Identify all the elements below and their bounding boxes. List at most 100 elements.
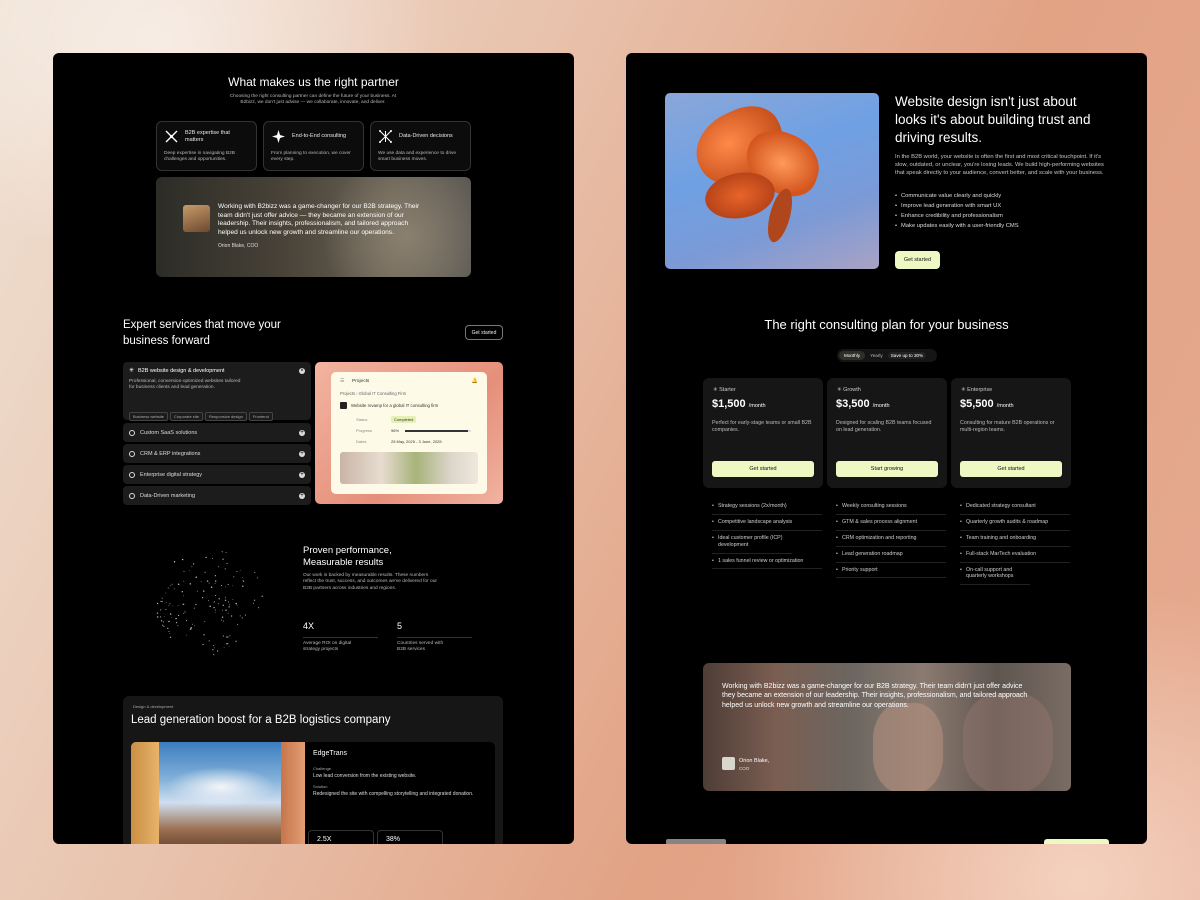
globe-dot <box>191 566 193 568</box>
project-image <box>340 452 478 484</box>
globe-dot <box>222 604 224 606</box>
globe-dot <box>181 558 184 561</box>
globe-dot <box>261 595 263 597</box>
plus-icon[interactable]: + <box>299 429 305 436</box>
plan-cta-button[interactable]: Start growing <box>836 461 938 477</box>
case-tag: Design & development <box>133 704 174 709</box>
stat-label: Countries served with B2B services <box>397 641 444 653</box>
tag-chip: Business website <box>129 412 168 421</box>
globe-dot <box>242 585 244 587</box>
services-heading: Expert services that move your business … <box>123 319 281 347</box>
plan-price: $5,500 /month <box>960 398 1014 410</box>
plan-cta-button[interactable]: Get started <box>712 461 814 477</box>
service-item[interactable]: Enterprise digital strategy + <box>123 465 311 484</box>
performance-desc: Our work is backed by measurable results… <box>303 573 437 591</box>
service-item-label: Enterprise digital strategy <box>140 471 203 478</box>
globe-dot <box>160 609 162 611</box>
globe-dot <box>189 628 192 630</box>
globe-dot <box>241 617 243 619</box>
divider <box>303 637 378 638</box>
plan-price: $1,500 /month <box>712 398 766 410</box>
feature-item: On-call support and quarterly workshops <box>960 563 1030 586</box>
hero-get-started-button[interactable]: Get started <box>895 251 940 269</box>
globe-dot <box>236 570 238 572</box>
progress-fill <box>405 430 469 432</box>
globe-dot <box>181 591 183 593</box>
service-expanded[interactable]: ✳ B2B website design & development × Pro… <box>123 362 311 421</box>
globe-dot <box>213 647 215 649</box>
globe-dot <box>189 569 190 571</box>
plan-cta-button[interactable]: Get started <box>960 461 1062 477</box>
globe-dot <box>208 640 210 642</box>
breadcrumb: Projects › Global IT Consulting Firm <box>340 391 407 396</box>
toggle-monthly[interactable]: Monthly <box>839 351 866 360</box>
plus-icon[interactable]: + <box>299 492 305 499</box>
menu-icon: ☰ <box>340 378 345 384</box>
globe-dot <box>243 581 245 582</box>
globe-dot <box>165 592 167 594</box>
globe-dot <box>156 612 159 614</box>
next-section-button-clipped[interactable] <box>1044 839 1109 844</box>
stat-value: 5 <box>397 621 403 631</box>
globe-dot <box>235 602 237 605</box>
service-item[interactable]: CRM & ERP integrations + <box>123 444 311 463</box>
globe-dot <box>160 616 162 618</box>
globe-dot <box>165 608 167 611</box>
globe-dot <box>205 556 207 559</box>
globe-dot <box>194 625 196 627</box>
service-item[interactable]: Custom SaaS solutions + <box>123 423 311 442</box>
hero-image <box>665 93 879 269</box>
bullet-item: Enhance credibility and professionalism <box>895 211 1095 221</box>
toggle-yearly[interactable]: Yearly <box>865 351 888 360</box>
globe-dot <box>239 615 241 617</box>
feature-item: Lead generation roadmap <box>836 547 946 563</box>
globe-dot <box>177 625 179 627</box>
collapse-icon[interactable]: × <box>299 368 305 374</box>
plan-desc: Designed for scaling B2B teams focused o… <box>836 420 932 434</box>
globe-dot <box>168 620 170 623</box>
get-started-button[interactable]: Get started <box>465 325 503 340</box>
feature-item: 1 sales funnel review or optimization <box>712 554 822 570</box>
progress-label: Progress <box>356 428 373 433</box>
globe-dot <box>173 588 175 590</box>
globe-dot <box>190 627 193 629</box>
performance-heading: Proven performance, Measurable results <box>303 545 392 569</box>
stat-label: Average ROI on digital strategy projects <box>303 641 352 653</box>
feature-item: GTM & sales process alignment <box>836 515 946 531</box>
feature-item: Competitive landscape analysis <box>712 515 822 531</box>
plan-desc: Perfect for early-stage teams or small B… <box>712 420 812 434</box>
globe-dot <box>175 621 178 624</box>
globe-dot <box>212 558 213 560</box>
globe-dot <box>202 643 204 646</box>
globe-dot <box>208 599 210 601</box>
globe-dot <box>242 577 243 578</box>
plan-features: Strategy sessions (2x/month) Competitive… <box>712 499 822 570</box>
service-icon <box>129 450 135 457</box>
feature-title: End-to-End consulting <box>292 133 347 139</box>
feature-card: B2B expertise that matters Deep expertis… <box>156 121 257 171</box>
plan-name: ✳ Enterprise <box>961 387 993 393</box>
feature-title: Data-Driven decisions <box>399 133 453 139</box>
globe-dot <box>192 563 195 565</box>
plan-card: ✳ Growth $3,500 /month Designed for scal… <box>827 378 947 488</box>
progress-track <box>405 430 471 432</box>
globe-illustration <box>156 551 263 656</box>
plus-icon[interactable]: + <box>299 450 305 457</box>
globe-dot <box>222 620 224 622</box>
globe-dot <box>193 607 195 609</box>
plus-icon[interactable]: + <box>299 471 305 478</box>
globe-dot <box>168 630 170 632</box>
globe-dot <box>214 575 216 577</box>
globe-dot <box>244 614 246 616</box>
globe-dot <box>183 595 184 597</box>
globe-dot <box>200 581 202 583</box>
globe-dot <box>208 582 210 584</box>
globe-dot <box>170 585 171 587</box>
globe-dot <box>224 596 226 598</box>
avatar <box>722 757 735 770</box>
globe-dot <box>228 606 230 608</box>
service-item[interactable]: Data-Driven marketing + <box>123 486 311 505</box>
testimonial-quote: Working with B2bizz was a game-changer f… <box>218 203 420 236</box>
feature-item: Ideal customer profile (ICP) development <box>712 531 792 554</box>
globe-dot <box>217 603 219 605</box>
